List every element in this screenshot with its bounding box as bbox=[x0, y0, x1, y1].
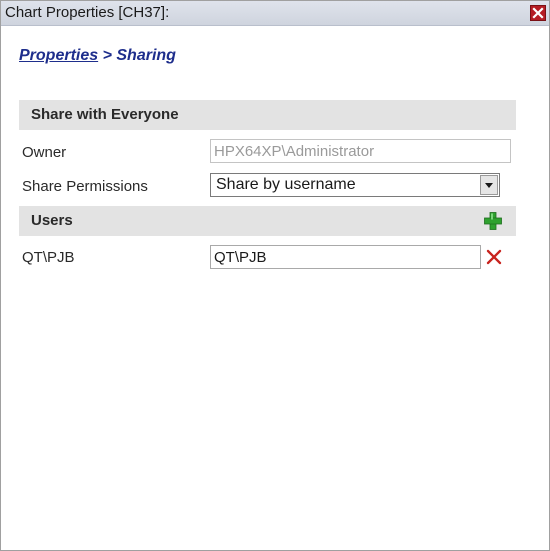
close-button[interactable] bbox=[530, 5, 546, 21]
users-section-header: Users bbox=[19, 206, 516, 236]
user-name-field[interactable] bbox=[210, 245, 481, 269]
chevron-down-icon bbox=[485, 183, 493, 188]
remove-x-icon bbox=[486, 249, 502, 265]
add-user-button[interactable] bbox=[484, 212, 502, 230]
breadcrumb-current: Sharing bbox=[116, 47, 176, 64]
share-section-header: Share with Everyone bbox=[19, 100, 516, 130]
share-section-title: Share with Everyone bbox=[31, 106, 179, 123]
breadcrumb-separator: > bbox=[98, 47, 117, 64]
window-title: Chart Properties [CH37]: bbox=[5, 4, 170, 21]
chart-properties-panel: Chart Properties [CH37]: Properties > Sh… bbox=[0, 0, 550, 551]
owner-label: Owner bbox=[22, 144, 67, 161]
users-section-title: Users bbox=[31, 212, 73, 229]
share-permissions-label: Share Permissions bbox=[22, 178, 148, 195]
title-bar: Chart Properties [CH37]: bbox=[1, 1, 549, 26]
user-row-label: QT\PJB bbox=[22, 249, 75, 266]
dropdown-arrow-button[interactable] bbox=[480, 175, 498, 195]
remove-user-button[interactable] bbox=[485, 248, 503, 266]
breadcrumb: Properties > Sharing bbox=[19, 47, 176, 65]
share-permissions-value: Share by username bbox=[216, 176, 356, 193]
plus-icon bbox=[484, 212, 502, 230]
breadcrumb-link-properties[interactable]: Properties bbox=[19, 47, 98, 64]
close-icon bbox=[532, 7, 544, 19]
share-permissions-select[interactable]: Share by username bbox=[210, 173, 500, 197]
owner-field[interactable] bbox=[210, 139, 511, 163]
